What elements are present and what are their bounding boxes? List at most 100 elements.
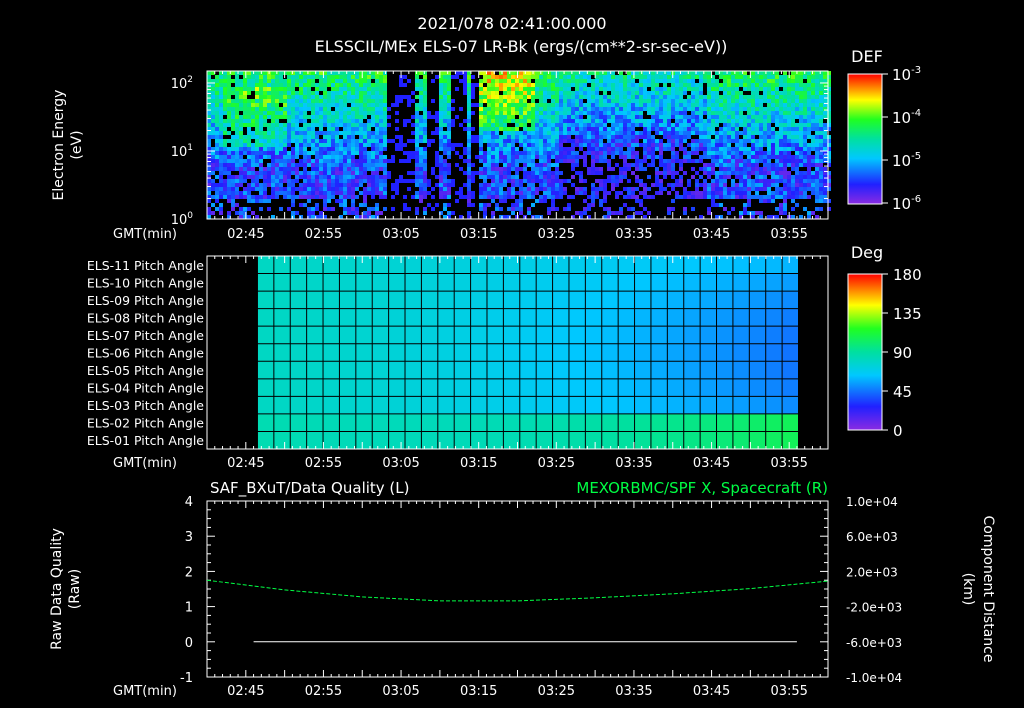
spectrogram-cell xyxy=(267,75,271,79)
spectrogram-cell xyxy=(623,151,627,155)
spectrogram-cell xyxy=(567,91,571,95)
spectrogram-cell xyxy=(251,195,255,199)
spectrogram-cell xyxy=(535,107,539,111)
spectrogram-cell xyxy=(307,115,311,119)
spectrogram-cell xyxy=(467,191,471,195)
spectrogram-cell xyxy=(515,111,519,115)
spectrogram-cell xyxy=(583,191,587,195)
spectrogram-cell xyxy=(803,75,807,79)
spectrogram-cell xyxy=(483,171,487,175)
spectrogram-cell xyxy=(343,155,347,159)
spectrogram-cell xyxy=(247,91,251,95)
spectrogram-cell xyxy=(547,111,551,115)
spectrogram-cell xyxy=(811,115,815,119)
spectrogram-cell xyxy=(511,87,515,91)
spectrogram-cell xyxy=(743,147,747,151)
spectrogram-cell xyxy=(363,143,367,147)
spectrogram-cell xyxy=(535,143,539,147)
pitch-angle-cell xyxy=(634,256,652,274)
spectrogram-cell xyxy=(271,135,275,139)
spectrogram-cell xyxy=(699,143,703,147)
spectrogram-cell xyxy=(775,215,779,219)
spectrogram-cell xyxy=(539,87,543,91)
spectrogram-cell xyxy=(291,119,295,123)
spectrogram-cell xyxy=(315,195,319,199)
spectrogram-cell xyxy=(571,107,575,111)
spectrogram-cell xyxy=(575,115,579,119)
spectrogram-cell xyxy=(255,179,259,183)
spectrogram-cell xyxy=(331,143,335,147)
spectrogram-cell xyxy=(699,111,703,115)
spectrogram-cell xyxy=(451,179,455,183)
spectrogram-cell xyxy=(691,151,695,155)
spectrogram-cell xyxy=(511,191,515,195)
spectrogram-cell xyxy=(751,195,755,199)
spectrogram-cell xyxy=(215,79,219,83)
pitch-angle-cell xyxy=(421,361,439,380)
pitch-angle-cell xyxy=(257,343,275,362)
spectrogram-cell xyxy=(647,163,651,167)
spectrogram-cell xyxy=(751,95,755,99)
spectrogram-cell xyxy=(355,75,359,79)
spectrogram-cell xyxy=(539,159,543,163)
spectrogram-cell xyxy=(479,151,483,155)
pitch-angle-cell xyxy=(306,378,324,397)
spectrogram-cell xyxy=(255,83,259,87)
spectrogram-cell xyxy=(291,151,295,155)
spectrogram-cell xyxy=(599,87,603,91)
spectrogram-cell xyxy=(371,107,375,111)
spectrogram-cell xyxy=(599,187,603,191)
spectrogram-cell xyxy=(279,155,283,159)
spectrogram-cell xyxy=(259,91,263,95)
spectrogram-cell xyxy=(423,175,427,179)
spectrogram-cell xyxy=(483,175,487,179)
spectrogram-cell xyxy=(347,171,351,175)
spectrogram-cell xyxy=(231,103,235,107)
spectrogram-cell xyxy=(503,179,507,183)
spectrogram-cell xyxy=(319,175,323,179)
spectrogram-cell xyxy=(619,135,623,139)
spectrogram-cell xyxy=(711,123,715,127)
spectrogram-cell xyxy=(235,95,239,99)
spectrogram-cell xyxy=(487,151,491,155)
spectrogram-cell xyxy=(587,111,591,115)
spectrogram-cell xyxy=(271,179,275,183)
spectrogram-cell xyxy=(347,167,351,171)
spectrogram-cell xyxy=(403,75,407,79)
spectrogram-cell xyxy=(591,195,595,199)
spectrogram-cell xyxy=(335,127,339,131)
spectrogram-cell xyxy=(307,139,311,143)
spectrogram-cell xyxy=(295,75,299,79)
spectrogram-cell xyxy=(219,127,223,131)
spectrogram-cell xyxy=(723,111,727,115)
spectrogram-cell xyxy=(575,99,579,103)
pitch-angle-cell xyxy=(470,273,488,292)
spectrogram-cell xyxy=(359,127,363,131)
spectrogram-cell xyxy=(507,159,511,163)
spectrogram-cell xyxy=(799,123,803,127)
pitch-angle-cell xyxy=(552,396,570,415)
spectrogram-cell xyxy=(283,163,287,167)
spectrogram-cell xyxy=(519,123,523,127)
spectrogram-cell xyxy=(431,79,435,83)
spectrogram-cell xyxy=(519,91,523,95)
spectrogram-cell xyxy=(627,135,631,139)
spectrogram-cell xyxy=(663,111,667,115)
spectrogram-cell xyxy=(471,127,475,131)
spectrogram-cell xyxy=(323,147,327,151)
spectrogram-cell xyxy=(599,75,603,79)
spectrogram-cell xyxy=(503,175,507,179)
spectrogram-cell xyxy=(815,147,819,151)
spectrogram-cell xyxy=(371,175,375,179)
spectrogram-cell xyxy=(251,155,255,159)
spectrogram-cell xyxy=(795,135,799,139)
spectrogram-cell xyxy=(531,155,535,159)
spectrogram-cell xyxy=(315,163,319,167)
spectrogram-cell xyxy=(283,179,287,183)
spectrogram-cell xyxy=(631,83,635,87)
spectrogram-cell xyxy=(559,171,563,175)
spectrogram-cell xyxy=(283,167,287,171)
spectrogram-cell xyxy=(351,139,355,143)
spectrogram-cell xyxy=(343,143,347,147)
spectrogram-cell xyxy=(719,155,723,159)
